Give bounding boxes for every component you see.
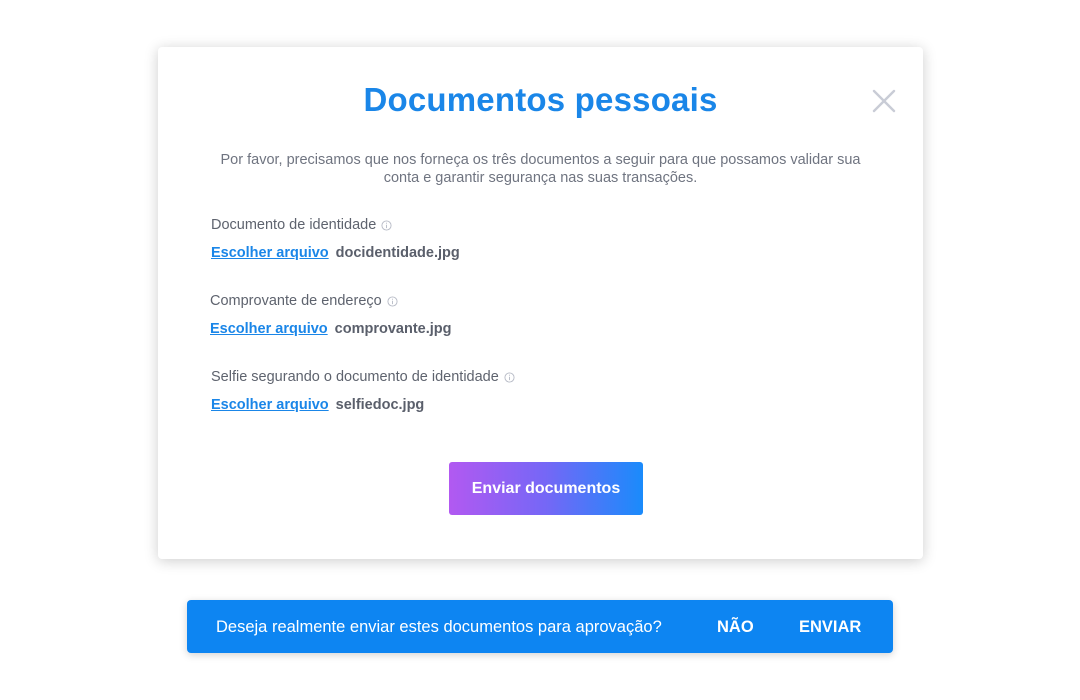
modal-description: Por favor, precisamos que nos forneça os…: [220, 152, 861, 186]
choose-file-address-link[interactable]: Escolher arquivo: [210, 320, 328, 338]
document-label-row: Selfie segurando o documento de identida…: [211, 368, 515, 386]
file-row: Escolher arquivo docidentidade.jpg: [211, 244, 460, 262]
close-button[interactable]: [871, 88, 897, 114]
file-name-address: comprovante.jpg: [334, 321, 452, 337]
choose-file-selfie-link[interactable]: Escolher arquivo: [211, 396, 329, 414]
document-address-group: Comprovante de endereço Escolher arquivo…: [210, 292, 451, 338]
file-row: Escolher arquivo selfiedoc.jpg: [211, 396, 515, 414]
page: Documentos pessoais Por favor, precisamo…: [0, 0, 1080, 700]
document-address-label: Comprovante de endereço: [210, 293, 382, 309]
document-identity-group: Documento de identidade Escolher arquivo…: [211, 216, 460, 262]
confirmation-bar: Deseja realmente enviar estes documentos…: [187, 600, 893, 653]
info-icon[interactable]: [387, 295, 398, 307]
submit-documents-button[interactable]: Enviar documentos: [449, 462, 643, 515]
info-icon[interactable]: [504, 371, 515, 383]
file-row: Escolher arquivo comprovante.jpg: [210, 320, 451, 338]
document-label-row: Comprovante de endereço: [210, 292, 451, 310]
document-selfie-group: Selfie segurando o documento de identida…: [211, 368, 515, 414]
choose-file-identity-link[interactable]: Escolher arquivo: [211, 244, 329, 262]
confirmation-message: Deseja realmente enviar estes documentos…: [216, 618, 662, 636]
file-name-identity: docidentidade.jpg: [335, 245, 460, 261]
info-icon[interactable]: [381, 219, 392, 231]
modal-title: Documentos pessoais: [363, 81, 718, 118]
documents-modal: Documentos pessoais Por favor, precisamo…: [158, 47, 923, 559]
file-name-selfie: selfiedoc.jpg: [335, 397, 425, 413]
close-icon: [872, 89, 896, 113]
document-identity-label: Documento de identidade: [211, 217, 377, 233]
confirm-send-button[interactable]: ENVIAR: [799, 617, 861, 637]
document-label-row: Documento de identidade: [211, 216, 460, 234]
document-selfie-label: Selfie segurando o documento de identida…: [211, 369, 499, 385]
confirm-no-button[interactable]: NÃO: [717, 617, 754, 637]
